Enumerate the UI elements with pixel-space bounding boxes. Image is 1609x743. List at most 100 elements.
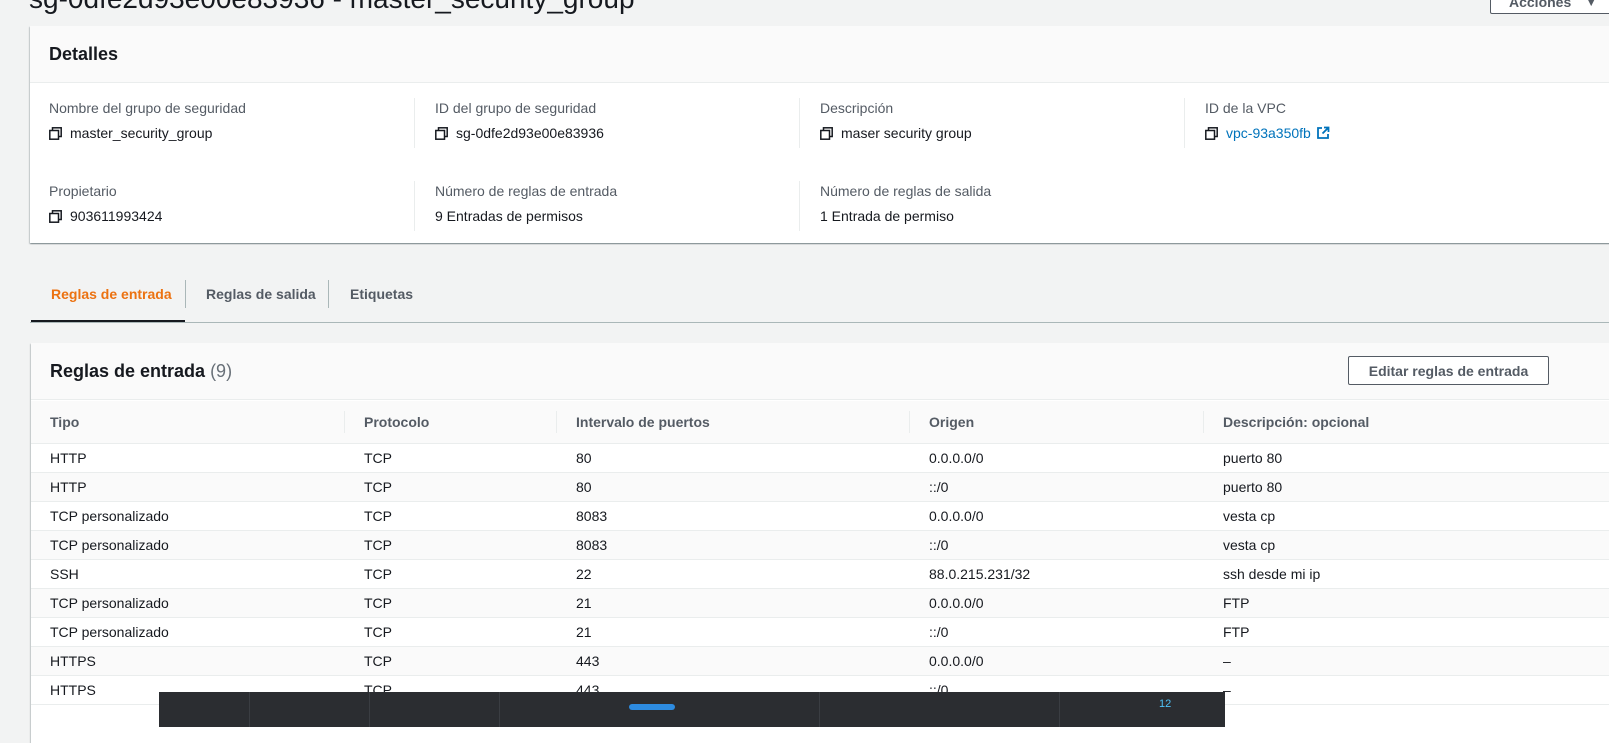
cell-port-range: 21 [557, 617, 910, 647]
field-outbound-count: Número de reglas de salida 1 Entrada de … [820, 183, 991, 224]
cell-source: ::/0 [910, 617, 1204, 647]
column-header-protocol[interactable]: Protocolo [345, 401, 557, 444]
cell-type: HTTP [31, 472, 345, 502]
field-group-name: Nombre del grupo de seguridad master_sec… [49, 100, 246, 141]
cell-port-range: 8083 [557, 530, 910, 560]
tab-tags[interactable]: Etiquetas [329, 268, 439, 320]
field-value: 1 Entrada de permiso [820, 208, 954, 224]
cell-description: vesta cp [1204, 530, 1609, 560]
rules-count: (9) [210, 360, 233, 381]
cell-description: puerto 80 [1204, 472, 1609, 502]
actions-button[interactable]: Acciones ▼ [1490, 0, 1609, 14]
external-link-icon[interactable] [1316, 126, 1330, 140]
cell-source: 0.0.0.0/0 [910, 501, 1204, 531]
column-header-source[interactable]: Origen [910, 401, 1204, 444]
copy-icon[interactable] [820, 126, 833, 140]
taskbar-divider [249, 692, 250, 727]
tab-bar: Reglas de entrada Reglas de salida Etiqu… [30, 268, 1609, 323]
cell-protocol: TCP [345, 501, 557, 531]
cell-port-range: 80 [557, 443, 910, 473]
cell-type: TCP personalizado [31, 617, 345, 647]
cell-type: HTTPS [31, 646, 345, 676]
cell-port-range: 8083 [557, 501, 910, 531]
cell-description: ssh desde mi ip [1204, 559, 1609, 589]
cell-protocol: TCP [345, 646, 557, 676]
actions-label: Acciones [1509, 0, 1572, 10]
table-row[interactable]: TCP personalizado TCP 8083::/0 vesta cp [31, 530, 1609, 560]
copy-icon[interactable] [1205, 126, 1218, 140]
field-value: maser security group [841, 125, 972, 141]
column-header-port-range[interactable]: Intervalo de puertos [557, 401, 910, 444]
field-value: 9 Entradas de permisos [435, 208, 583, 224]
column-header-type[interactable]: Tipo [31, 401, 345, 444]
copy-icon[interactable] [49, 126, 62, 140]
field-label: Número de reglas de entrada [435, 183, 618, 199]
copy-icon[interactable] [435, 126, 448, 140]
cell-protocol: TCP [345, 559, 557, 589]
vpc-link[interactable]: vpc-93a350fb [1226, 125, 1311, 141]
active-window-indicator[interactable] [629, 704, 675, 710]
cell-type: HTTP [31, 443, 345, 473]
cell-port-range: 22 [557, 559, 910, 589]
details-title: Detalles [49, 43, 119, 64]
tab-outbound-rules[interactable]: Reglas de salida [186, 268, 328, 320]
tab-label: Etiquetas [350, 286, 414, 302]
cell-type: TCP personalizado [31, 588, 345, 618]
column-header-description[interactable]: Descripción: opcional [1204, 401, 1609, 444]
details-panel: Detalles Nombre del grupo de seguridad m… [30, 26, 1609, 243]
cell-source: 0.0.0.0/0 [910, 443, 1204, 473]
cell-source: 0.0.0.0/0 [910, 588, 1204, 618]
field-vpc-id: ID de la VPC vpc-93a350fb [1205, 100, 1330, 141]
cell-type: SSH [31, 559, 345, 589]
caret-down-icon: ▼ [1585, 0, 1598, 9]
divider [414, 98, 415, 148]
cell-description: FTP [1204, 588, 1609, 618]
cell-protocol: TCP [345, 530, 557, 560]
taskbar: 12 [159, 692, 1225, 727]
edit-inbound-rules-button[interactable]: Editar reglas de entrada [1348, 356, 1549, 385]
table-row[interactable]: SSH TCP 22 88.0.215.231/32 ssh desde mi ip [31, 559, 1609, 589]
field-label: Número de reglas de salida [820, 183, 992, 199]
page-title: sg-0dfe2d93e00e83936 - master_security_g… [29, 0, 635, 15]
table-row[interactable]: HTTP TCP 80 0.0.0.0/0 puerto 80 [31, 443, 1609, 473]
table-row[interactable]: TCP personalizado TCP 8083 0.0.0.0/0 vesta c… [31, 501, 1609, 531]
tab-inbound-rules[interactable]: Reglas de entrada [31, 268, 185, 322]
field-label: Propietario [49, 183, 117, 199]
field-owner: Propietario 903611993424 [49, 183, 162, 224]
inbound-rules-panel: Reglas de entrada (9) Editar reglas de e… [31, 343, 1609, 743]
cell-type: TCP personalizado [31, 501, 345, 531]
cell-protocol: TCP [345, 588, 557, 618]
inbound-rules-title: Reglas de entrada [50, 360, 206, 381]
divider [799, 98, 800, 148]
taskbar-divider [499, 692, 500, 727]
divider [799, 181, 800, 231]
copy-icon[interactable] [49, 209, 62, 223]
taskbar-divider [369, 692, 370, 727]
inbound-rules-table: Tipo Protocolo Intervalo de puertos Orig… [31, 401, 1609, 705]
field-value: master_security_group [70, 125, 213, 141]
cell-description: vesta cp [1204, 501, 1609, 531]
cell-port-range: 21 [557, 588, 910, 618]
cell-type: TCP personalizado [31, 530, 345, 560]
cell-source: ::/0 [910, 472, 1204, 502]
cell-description: puerto 80 [1204, 443, 1609, 473]
field-group-id: ID del grupo de seguridad sg-0dfe2d93e00… [435, 100, 604, 141]
table-row[interactable]: TCP personalizado TCP 21::/0 FTP [31, 617, 1609, 647]
table-row[interactable]: HTTP TCP 80::/0 puerto 80 [31, 472, 1609, 502]
taskbar-divider [819, 692, 820, 727]
table-row[interactable]: HTTPS TCP 443 0.0.0.0/0– [31, 646, 1609, 676]
divider [1184, 98, 1185, 148]
field-inbound-count: Número de reglas de entrada 9 Entradas d… [435, 183, 617, 224]
table-header-row: Tipo Protocolo Intervalo de puertos Orig… [31, 401, 1609, 444]
cell-protocol: TCP [345, 472, 557, 502]
taskbar-divider [1059, 692, 1060, 727]
field-label: ID de la VPC [1205, 100, 1286, 116]
cell-port-range: 80 [557, 472, 910, 502]
divider [414, 181, 415, 231]
cell-source: ::/0 [910, 530, 1204, 560]
field-label: Descripción [820, 100, 894, 116]
field-label: Nombre del grupo de seguridad [49, 100, 246, 116]
table-body: HTTP TCP 80 0.0.0.0/0 puerto 80 HTTP TCP 80::/0… [31, 443, 1609, 705]
cell-source: 0.0.0.0/0 [910, 646, 1204, 676]
table-row[interactable]: TCP personalizado TCP 21 0.0.0.0/0 FTP [31, 588, 1609, 618]
